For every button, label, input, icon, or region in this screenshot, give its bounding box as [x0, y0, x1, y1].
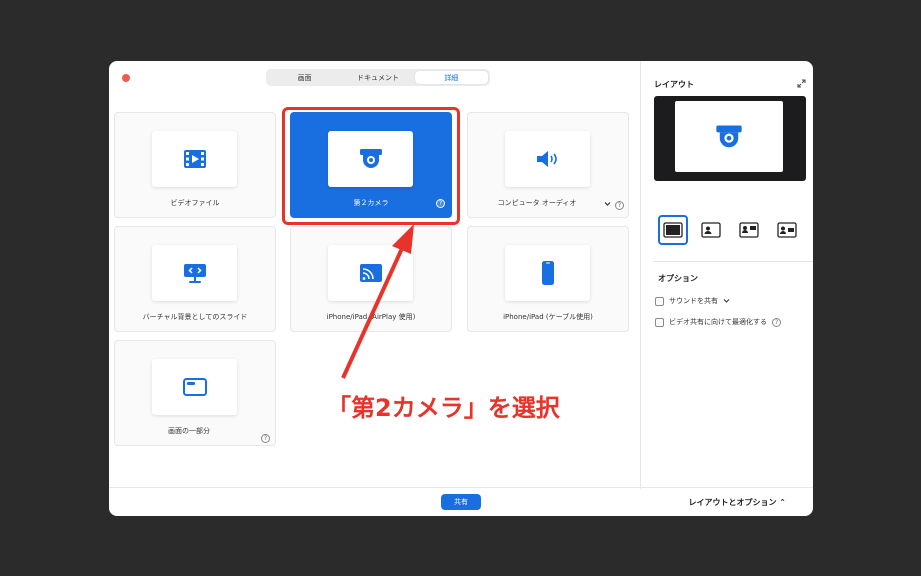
tile-slides-as-background[interactable]: バーチャル背景としてのスライド — [114, 226, 276, 332]
layout-options-panel: レイアウト オプション サウンドを共有 ビデオ共有に向けて最適化する ? — [640, 61, 813, 489]
tile-thumbnail — [152, 359, 237, 415]
bottom-bar: 共有 レイアウトとオプション ⌃ — [109, 487, 813, 516]
option-label: サウンドを共有 — [669, 297, 718, 305]
tile-label: 画面の一部分 — [168, 427, 210, 435]
tile-portion-of-screen[interactable]: 画面の一部分 ? — [114, 340, 276, 446]
tile-thumbnail — [328, 245, 413, 301]
tab-screen[interactable]: 画面 — [268, 71, 341, 84]
layout-options-toggle[interactable]: レイアウトとオプション ⌃ — [689, 497, 787, 508]
options-title: オプション — [658, 274, 698, 283]
speaker-icon — [536, 151, 557, 167]
chevron-down-icon[interactable] — [604, 201, 611, 207]
layout-person-box-button[interactable] — [734, 215, 764, 245]
layout-side-by-side-button[interactable] — [772, 215, 802, 245]
slides-icon — [183, 264, 206, 283]
share-screen-window: 画面 ドキュメント 詳細 ビデオファイル 第２カメラ ? コンピュータ オーディ… — [109, 61, 813, 516]
chevron-down-icon[interactable] — [723, 298, 730, 304]
panel-divider — [653, 261, 813, 262]
tile-label: コンピュータ オーディオ — [497, 199, 577, 207]
layout-person-left-icon — [701, 222, 721, 238]
video-file-icon — [183, 150, 206, 168]
layout-screen-only-icon — [663, 222, 683, 238]
tab-document[interactable]: ドキュメント — [341, 71, 414, 84]
close-window-button[interactable] — [122, 74, 130, 82]
option-optimize-video[interactable]: ビデオ共有に向けて最適化する ? — [655, 317, 781, 327]
layout-screen-only-button[interactable] — [658, 215, 688, 245]
tile-thumbnail — [505, 131, 590, 187]
tile-cable-iphone[interactable]: iPhone/iPad (ケーブル使用) — [467, 226, 629, 332]
airplay-icon — [359, 264, 382, 282]
share-button[interactable]: 共有 — [441, 494, 481, 510]
tile-label: ビデオファイル — [170, 199, 220, 207]
window-icon — [182, 378, 207, 396]
help-icon[interactable]: ? — [261, 434, 270, 443]
annotation-text: 「第2カメラ」を選択 — [327, 394, 560, 422]
tile-label: iPhone/iPad (AirPlay 使用) — [326, 313, 416, 321]
tile-computer-audio[interactable]: コンピュータ オーディオ ? — [467, 112, 629, 218]
layout-person-left-button[interactable] — [696, 215, 726, 245]
option-share-sound[interactable]: サウンドを共有 — [655, 296, 730, 306]
selection-highlight-box — [282, 107, 460, 225]
tile-thumbnail — [505, 245, 590, 301]
tab-advanced[interactable]: 詳細 — [414, 71, 488, 84]
camera-icon — [716, 124, 742, 147]
layout-person-box-icon — [739, 222, 759, 238]
option-label: ビデオ共有に向けて最適化する — [669, 318, 767, 326]
layout-preview — [654, 96, 806, 181]
preview-screen — [675, 101, 783, 172]
share-tabs: 画面 ドキュメント 詳細 — [266, 69, 490, 86]
tile-label: iPhone/iPad (ケーブル使用) — [503, 313, 593, 321]
phone-icon — [541, 261, 554, 285]
tile-airplay[interactable]: iPhone/iPad (AirPlay 使用) — [290, 226, 452, 332]
tile-thumbnail — [152, 245, 237, 301]
help-icon[interactable]: ? — [772, 317, 781, 327]
layout-title: レイアウト — [654, 80, 694, 89]
tile-thumbnail — [152, 131, 237, 187]
tile-video-file[interactable]: ビデオファイル — [114, 112, 276, 218]
optimize-video-checkbox[interactable] — [655, 317, 664, 327]
help-icon[interactable]: ? — [615, 201, 624, 210]
tile-label: バーチャル背景としてのスライド — [142, 313, 248, 321]
expand-icon[interactable] — [797, 79, 806, 88]
layout-side-by-side-icon — [777, 222, 797, 238]
share-sound-checkbox[interactable] — [655, 296, 664, 306]
